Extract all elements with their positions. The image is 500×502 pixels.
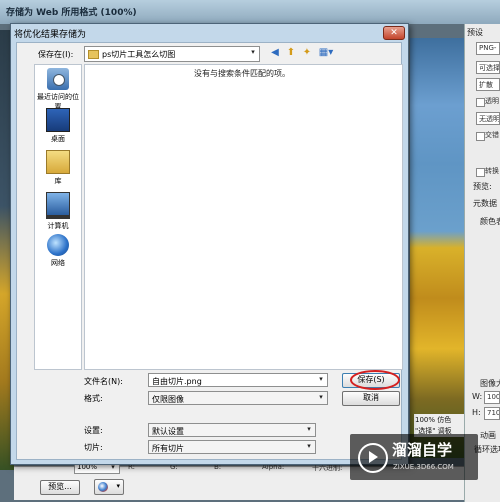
place-recent[interactable]: 最近访问的位置 — [34, 68, 82, 112]
cancel-button[interactable]: 取消 — [342, 391, 400, 406]
filename-input[interactable]: 自由切片.png ▾ — [148, 373, 328, 387]
settings-label: 设置: — [84, 426, 103, 435]
filename-value: 自由切片.png — [152, 377, 202, 386]
height-label: H: — [472, 408, 481, 417]
slices-select[interactable]: 所有切片 ▾ — [148, 440, 316, 454]
settings-select[interactable]: 默认设置 ▾ — [148, 423, 316, 437]
preview-in-browser-button[interactable]: 预览... — [40, 480, 80, 495]
settings-value: 默认设置 — [152, 427, 184, 436]
play-logo-icon — [358, 443, 388, 473]
desktop-icon — [46, 108, 70, 132]
browser-select[interactable]: ▾ — [94, 479, 124, 495]
reduction-select[interactable]: 可选择 — [476, 61, 500, 74]
save-button[interactable]: 保存(S) — [342, 373, 400, 388]
folder-icon — [88, 50, 99, 59]
interlaced-checkbox[interactable]: 交错 — [476, 130, 500, 143]
image-size-label: 图像大小 — [480, 379, 500, 388]
place-desktop[interactable]: 桌面 — [34, 108, 82, 144]
dither-select[interactable]: 扩散 — [476, 78, 500, 91]
watermark-logo: 溜溜自学 ZIXUE.3D66.COM — [350, 434, 478, 480]
browser-icon — [98, 482, 108, 492]
save-in-folder-name: ps切片工具怎么切图 — [102, 50, 176, 59]
place-libraries[interactable]: 库 — [34, 150, 82, 186]
format-select[interactable]: PNG- — [476, 42, 500, 55]
width-input[interactable]: 1000 — [484, 391, 500, 404]
slices-label: 切片: — [84, 443, 103, 452]
place-label: 网络 — [51, 259, 65, 267]
up-folder-icon[interactable]: ⬆ — [284, 46, 298, 60]
place-label: 库 — [54, 177, 62, 185]
format-select[interactable]: 仅限图像 ▾ — [148, 391, 328, 405]
color-table-label: 颜色表 — [480, 217, 500, 226]
recent-places-icon — [47, 68, 69, 90]
metadata-label: 元数据 — [473, 199, 497, 208]
view-menu-icon[interactable]: ▦▾ — [316, 46, 336, 60]
save-in-label: 保存在(I): — [38, 50, 74, 59]
preview-image — [410, 38, 464, 458]
empty-list-message: 没有与搜索条件匹配的项。 — [194, 69, 290, 78]
close-button[interactable]: ✕ — [383, 26, 405, 40]
new-folder-icon[interactable]: ✦ — [300, 46, 314, 60]
format-label: 格式: — [84, 394, 103, 403]
animation-label: 动画 — [480, 431, 496, 440]
place-label: 计算机 — [47, 222, 69, 230]
chevron-down-icon: ▾ — [319, 375, 323, 383]
filename-label: 文件名(N): — [84, 377, 123, 386]
back-icon[interactable]: ◀ — [268, 46, 282, 60]
transparency-checkbox[interactable]: 透明 — [476, 96, 500, 109]
libraries-icon — [46, 150, 70, 174]
width-label: W: — [472, 392, 483, 401]
convert-srgb-checkbox[interactable]: 转换 — [476, 166, 500, 179]
preview-label: 预览: — [473, 182, 492, 191]
watermark-brand: 溜溜自学 — [392, 441, 453, 459]
save-in-select[interactable]: ps切片工具怎么切图 ▾ — [84, 46, 260, 62]
chevron-down-icon: ▾ — [251, 48, 255, 56]
place-network[interactable]: 网络 — [34, 234, 82, 268]
dialog-title: 将优化结果存储为 — [14, 30, 87, 40]
chevron-down-icon: ▾ — [319, 393, 323, 401]
place-computer[interactable]: 计算机 — [34, 192, 82, 231]
matte-select[interactable]: 无透明 — [476, 112, 500, 125]
network-icon — [47, 234, 69, 256]
watermark-url: ZIXUE.3D66.COM — [393, 463, 454, 471]
chevron-down-icon: ▾ — [116, 482, 120, 490]
parent-window-title: 存储为 Web 所用格式 (100%) — [0, 0, 500, 24]
height-input[interactable]: 710 — [484, 407, 500, 420]
place-label: 桌面 — [51, 135, 65, 143]
slices-value: 所有切片 — [152, 444, 184, 453]
format-value: 仅限图像 — [152, 395, 184, 404]
preset-label: 预设 — [467, 28, 483, 37]
computer-icon — [46, 192, 70, 219]
file-list[interactable] — [84, 64, 403, 370]
chevron-down-icon: ▾ — [307, 442, 311, 450]
chevron-down-icon: ▾ — [307, 425, 311, 433]
